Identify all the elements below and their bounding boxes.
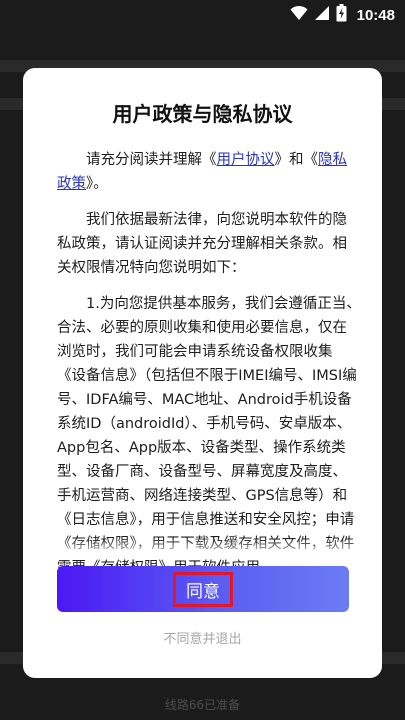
status-icons: 10:48 bbox=[290, 4, 395, 26]
user-agreement-link[interactable]: 用户协议 bbox=[217, 152, 275, 168]
law-paragraph: 我们依据最新法律，向您说明本软件的隐私政策，请认证阅读并充分理解相关条款。相关权… bbox=[57, 212, 347, 276]
permissions-paragraph: 1.为向您提供基本服务，我们会遵循正当、合法、必要的原则收集和使用必要信息，仅在… bbox=[57, 296, 361, 576]
line-status-text: 线路66已准备 bbox=[164, 698, 241, 712]
agree-button-label: 同意 bbox=[173, 571, 233, 607]
cellular-icon bbox=[314, 5, 330, 25]
status-time: 10:48 bbox=[356, 6, 395, 24]
battery-icon bbox=[336, 4, 347, 26]
content-fade bbox=[23, 538, 382, 558]
intro-text: 》和《 bbox=[274, 152, 319, 168]
agree-button[interactable]: 同意 bbox=[57, 566, 349, 612]
intro-paragraph: 请充分阅读并理解《用户协议》和《隐私政策》。 bbox=[57, 148, 361, 196]
wifi-icon bbox=[290, 5, 308, 25]
decline-exit-link[interactable]: 不同意并退出 bbox=[23, 628, 382, 647]
intro-text: 请充分阅读并理解《 bbox=[86, 152, 217, 168]
privacy-dialog: 用户政策与隐私协议 请充分阅读并理解《用户协议》和《隐私政策》。 我们依据最新法… bbox=[23, 68, 382, 678]
dialog-title: 用户政策与隐私协议 bbox=[112, 102, 293, 126]
intro-text: 》。 bbox=[86, 176, 108, 192]
status-bar: 10:48 bbox=[0, 0, 405, 28]
